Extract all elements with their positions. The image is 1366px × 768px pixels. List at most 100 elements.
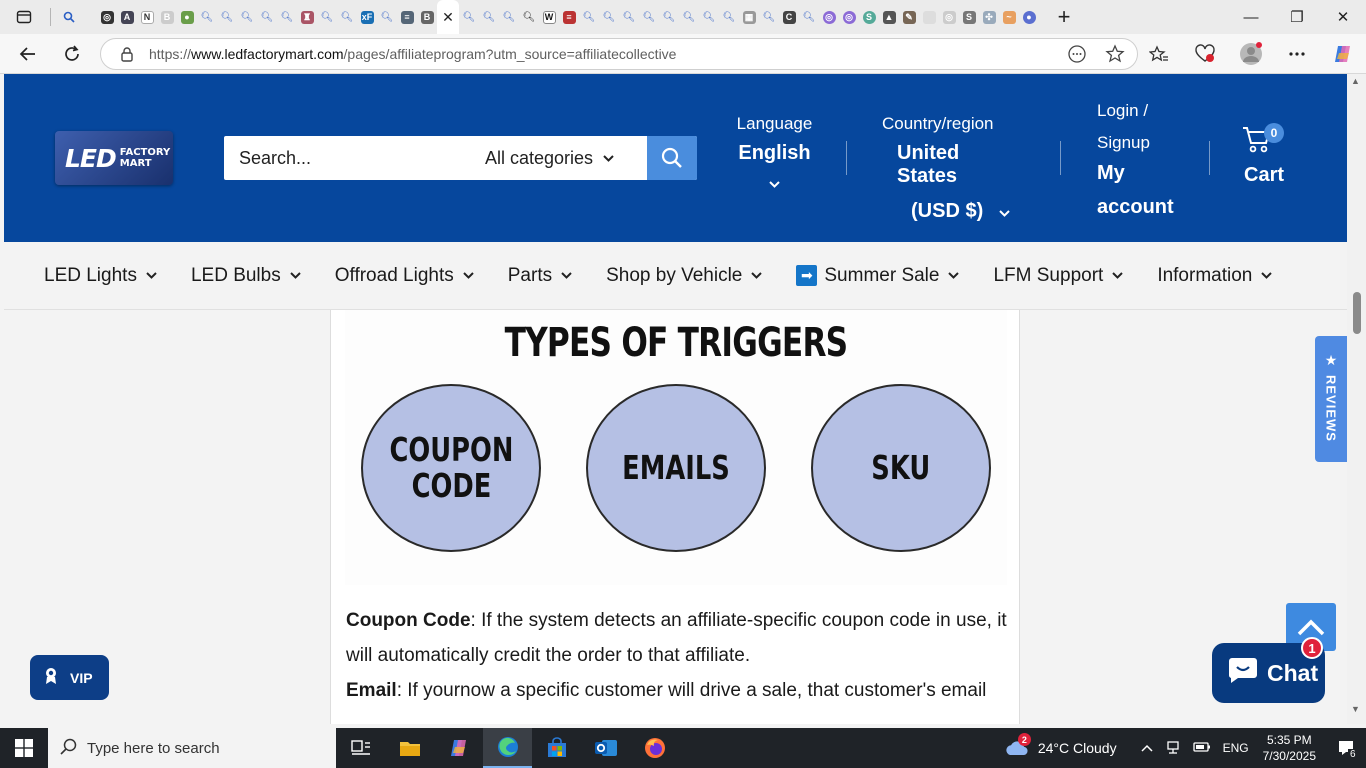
tab-search-9[interactable]: 🔍︎ xyxy=(377,0,397,34)
copilot-icon[interactable] xyxy=(1320,40,1366,68)
profile-avatar[interactable] xyxy=(1228,40,1274,68)
address-bar[interactable]: https://www.ledfactorymart.com/pages/aff… xyxy=(100,38,1138,70)
vip-button[interactable]: VIP xyxy=(30,655,109,700)
tab-chess[interactable]: ♜ xyxy=(297,0,317,34)
tab-search-12[interactable]: 🔍︎ xyxy=(499,0,519,34)
tab-wiki[interactable]: W xyxy=(539,0,559,34)
scroll-thumb[interactable] xyxy=(1353,292,1361,334)
tab-grid[interactable]: ▦ xyxy=(739,0,759,34)
restore-icon[interactable]: ❐ xyxy=(1274,0,1320,34)
tab-search-8[interactable]: 🔍︎ xyxy=(337,0,357,34)
led-factory-mart-logo[interactable]: LED FACTORY MART xyxy=(55,131,173,185)
tab-s2[interactable]: S xyxy=(959,0,979,34)
chevron-up-tray-icon[interactable] xyxy=(1141,741,1153,755)
tab-tools[interactable]: ✎ xyxy=(899,0,919,34)
tab-search-17[interactable]: 🔍︎ xyxy=(639,0,659,34)
tab-search-14[interactable]: 🔍︎ xyxy=(579,0,599,34)
tab-search-3[interactable]: 🔍︎ xyxy=(217,0,237,34)
favorite-star-icon[interactable] xyxy=(1105,44,1125,69)
tab-arrow[interactable]: ▲ xyxy=(879,0,899,34)
scroll-up-arrow-icon[interactable]: ▲ xyxy=(1351,76,1360,86)
task-view-icon[interactable] xyxy=(336,728,385,768)
tab-s[interactable]: S xyxy=(859,0,879,34)
reviews-side-tab[interactable]: ★ REVIEWS xyxy=(1315,336,1347,462)
tab-search-4[interactable]: 🔍︎ xyxy=(237,0,257,34)
tab-c[interactable]: C xyxy=(779,0,799,34)
new-tab-plus-icon[interactable]: + xyxy=(1051,4,1077,30)
nav-shop-by-vehicle[interactable]: Shop by Vehicle xyxy=(606,265,763,287)
tab-b2[interactable]: B xyxy=(417,0,437,34)
region-selector[interactable]: Country/region United States (USD $) xyxy=(874,114,1010,223)
tab-search-21[interactable]: 🔍︎ xyxy=(719,0,739,34)
tab-search-15[interactable]: 🔍︎ xyxy=(599,0,619,34)
network-icon[interactable] xyxy=(1165,740,1181,757)
search-input[interactable] xyxy=(224,138,464,178)
windows-start-icon[interactable] xyxy=(0,728,48,768)
tab-search-10[interactable]: 🔍︎ xyxy=(459,0,479,34)
tab-openai[interactable]: ◎ xyxy=(97,0,117,34)
settings-more-icon[interactable] xyxy=(1274,40,1320,68)
tab-grey-1[interactable] xyxy=(919,0,939,34)
tab-orange[interactable]: ~ xyxy=(999,0,1019,34)
nav-lfm-support[interactable]: LFM Support xyxy=(993,265,1124,287)
outlook-icon[interactable] xyxy=(581,728,630,768)
more-page-actions-icon[interactable] xyxy=(1067,44,1087,69)
category-select[interactable]: All categories xyxy=(485,136,614,180)
tab-notion[interactable]: N xyxy=(137,0,157,34)
page-scrollbar[interactable]: ▲ ▼ xyxy=(1347,74,1366,724)
taskbar-search-box[interactable]: Type here to search xyxy=(48,728,336,768)
tab-ai[interactable]: A xyxy=(117,0,137,34)
tab-search-13[interactable]: 🔍︎ xyxy=(519,0,539,34)
taskbar-clock[interactable]: 5:35 PM 7/30/2025 xyxy=(1263,732,1316,764)
nav-information[interactable]: Information xyxy=(1157,265,1273,287)
tab-search-5[interactable]: 🔍︎ xyxy=(257,0,277,34)
tab-flag[interactable]: ≡ xyxy=(559,0,579,34)
tab-search-23[interactable]: 🔍︎ xyxy=(799,0,819,34)
language-selector[interactable]: Language English xyxy=(732,114,817,193)
edge-browser-icon[interactable] xyxy=(483,728,532,768)
microsoft-store-icon[interactable] xyxy=(532,728,581,768)
tab-purple-2[interactable]: ◎ xyxy=(839,0,859,34)
file-explorer-icon[interactable] xyxy=(385,728,434,768)
weather-widget[interactable]: 2 24°C Cloudy xyxy=(1004,733,1117,758)
cart-button[interactable]: 0 Cart xyxy=(1242,123,1302,190)
tab-purple-1[interactable]: ◎ xyxy=(819,0,839,34)
tab-search-18[interactable]: 🔍︎ xyxy=(659,0,679,34)
nav-led-bulbs[interactable]: LED Bulbs xyxy=(191,265,301,287)
back-arrow-icon[interactable] xyxy=(13,40,43,68)
input-language[interactable]: ENG xyxy=(1223,741,1249,755)
tab-search[interactable] xyxy=(59,0,79,34)
tab-grey-2[interactable]: ◎ xyxy=(939,0,959,34)
browser-essentials-icon[interactable] xyxy=(1182,40,1228,68)
tab-green[interactable]: ● xyxy=(177,0,197,34)
minimize-icon[interactable]: — xyxy=(1228,0,1274,34)
tab-search-19[interactable]: 🔍︎ xyxy=(679,0,699,34)
account-link[interactable]: Login / Signup My account xyxy=(1097,94,1197,224)
nav-summer-sale[interactable]: ➡ Summer Sale xyxy=(796,265,960,287)
tab-puzzle[interactable]: ✣ xyxy=(979,0,999,34)
tab-actions-icon[interactable] xyxy=(12,5,36,29)
tab-search-11[interactable]: 🔍︎ xyxy=(479,0,499,34)
tab-search-20[interactable]: 🔍︎ xyxy=(699,0,719,34)
nav-parts[interactable]: Parts xyxy=(508,265,572,287)
tab-stack[interactable]: ≡ xyxy=(397,0,417,34)
tab-search-7[interactable]: 🔍︎ xyxy=(317,0,337,34)
battery-icon[interactable] xyxy=(1192,741,1211,756)
lock-icon[interactable] xyxy=(119,46,135,62)
nav-led-lights[interactable]: LED Lights xyxy=(44,265,157,287)
close-window-icon[interactable]: ✕ xyxy=(1320,0,1366,34)
firefox-icon[interactable] xyxy=(630,728,679,768)
tab-xf[interactable]: xF xyxy=(357,0,377,34)
tab-search-22[interactable]: 🔍︎ xyxy=(759,0,779,34)
tab-b[interactable]: B xyxy=(157,0,177,34)
tab-search-2[interactable]: 🔍︎ xyxy=(197,0,217,34)
scroll-down-arrow-icon[interactable]: ▼ xyxy=(1351,704,1360,714)
search-button[interactable] xyxy=(647,136,697,180)
favorites-icon[interactable] xyxy=(1136,40,1182,68)
reload-icon[interactable] xyxy=(57,40,87,68)
active-tab-close-icon[interactable]: ✕ xyxy=(437,0,459,34)
notification-center-icon[interactable]: 6 xyxy=(1326,728,1366,768)
tab-search-6[interactable]: 🔍︎ xyxy=(277,0,297,34)
tab-search-16[interactable]: 🔍︎ xyxy=(619,0,639,34)
tab-blue-circle[interactable]: ● xyxy=(1019,0,1039,34)
